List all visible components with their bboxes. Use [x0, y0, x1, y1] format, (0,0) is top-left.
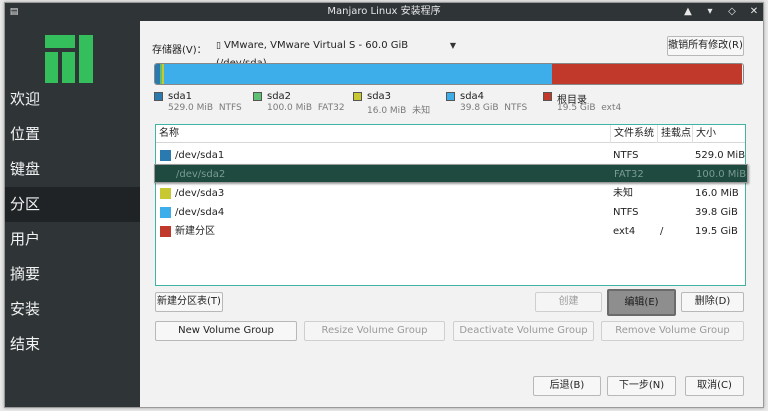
cell-size: 100.0 MiB: [696, 169, 747, 180]
maximize-icon[interactable]: ◇: [727, 3, 737, 21]
legend-details: 39.8 GiB NTFS: [460, 103, 528, 113]
installer-window: ▤ Manjaro Linux 安装程序 ▲ ▾ ◇ ✕ 欢迎 位置 键盘 分区…: [4, 2, 764, 408]
sidebar-item-users: 用户: [10, 230, 41, 248]
table-row-selected[interactable]: /dev/sda2 FAT32 100.0 MiB: [154, 164, 748, 183]
new-partition-table-button[interactable]: 新建分区表(T): [155, 292, 223, 312]
column-name[interactable]: 名称: [156, 125, 610, 143]
deactivate-volume-group-button[interactable]: Deactivate Volume Group: [453, 321, 594, 341]
cancel-button[interactable]: 取消(C): [685, 376, 744, 396]
sidebar-item-keyboard: 键盘: [10, 160, 41, 178]
table-row[interactable]: /dev/sda3 未知 16.0 MiB: [156, 184, 745, 203]
cell-mount: /: [660, 226, 664, 237]
sidebar-item-welcome: 欢迎: [10, 90, 41, 108]
delete-button[interactable]: 删除(D): [681, 292, 744, 312]
cell-filesystem: NTFS: [613, 207, 639, 218]
partition-table: 名称 文件系统 挂载点 大小 /dev/sda1 NTFS 529.0 MiB …: [154, 124, 748, 286]
sidebar-item-summary: 摘要: [10, 265, 41, 283]
cell-size: 16.0 MiB: [695, 188, 739, 199]
column-filesystem[interactable]: 文件系统: [610, 125, 657, 143]
legend-details: 19.5 GiB ext4: [557, 103, 622, 113]
column-size[interactable]: 大小: [692, 125, 745, 143]
legend-name: sda2: [267, 91, 292, 102]
edit-button[interactable]: 编辑(E): [607, 289, 676, 316]
cell-filesystem: NTFS: [613, 150, 639, 161]
sidebar-item-partitions: 分区: [5, 187, 140, 222]
partition-swatch: [160, 188, 171, 199]
cell-name: /dev/sda3: [175, 188, 225, 199]
storage-label: 存储器(V)：: [152, 45, 207, 56]
cell-filesystem: FAT32: [614, 169, 644, 180]
keep-above-icon[interactable]: ▲: [683, 3, 693, 21]
column-mount[interactable]: 挂载点: [657, 125, 692, 143]
cell-size: 39.8 GiB: [695, 207, 738, 218]
cell-name: /dev/sda4: [175, 207, 225, 218]
partition-swatch: [160, 150, 171, 161]
usage-segment-根目录: [552, 64, 743, 84]
close-icon[interactable]: ✕: [749, 3, 759, 21]
table-row[interactable]: /dev/sda1 NTFS 529.0 MiB: [156, 146, 745, 165]
legend-swatch: [154, 92, 163, 101]
cell-name: /dev/sda1: [175, 150, 225, 161]
drive-icon: ▯: [216, 41, 221, 51]
window-title: Manjaro Linux 安装程序: [327, 6, 441, 17]
partition-page: 存储器(V)： ▯ VMware, VMware Virtual S - 60.0…: [140, 21, 763, 407]
cell-name: 新建分区: [175, 226, 215, 237]
legend-name: sda1: [168, 91, 193, 102]
sidebar-item-install: 安装: [10, 300, 41, 318]
app-menu-icon[interactable]: ▤: [9, 7, 19, 17]
legend-swatch: [353, 92, 362, 101]
sidebar-item-finish: 结束: [10, 335, 41, 353]
create-button[interactable]: 创建: [535, 292, 602, 312]
cell-filesystem: 未知: [613, 188, 633, 199]
legend-swatch: [253, 92, 262, 101]
disk-usage-bar: [154, 63, 744, 85]
storage-device-select[interactable]: ▯VMware, VMware Virtual S - 60.0 GiB (/d…: [212, 37, 460, 69]
legend-details: 529.0 MiB NTFS: [168, 103, 242, 113]
revert-all-button[interactable]: 撤销所有修改(R): [667, 36, 744, 56]
title-bar: ▤ Manjaro Linux 安装程序 ▲ ▾ ◇ ✕: [5, 3, 763, 21]
table-row[interactable]: /dev/sda4 NTFS 39.8 GiB: [156, 203, 745, 222]
chevron-down-icon: ▼: [449, 41, 456, 50]
new-volume-group-button[interactable]: New Volume Group: [155, 321, 297, 341]
next-button[interactable]: 下一步(N): [607, 376, 676, 396]
table-row[interactable]: 新建分区 ext4 / 19.5 GiB: [156, 222, 745, 241]
minimize-icon[interactable]: ▾: [705, 3, 715, 21]
table-header: 名称 文件系统 挂载点 大小: [156, 125, 745, 143]
manjaro-logo: [45, 35, 93, 83]
cell-size: 529.0 MiB: [695, 150, 746, 161]
legend-details: 16.0 MiB 未知: [367, 106, 431, 116]
partition-swatch: [160, 226, 171, 237]
legend-swatch: [446, 92, 455, 101]
partition-swatch: [160, 207, 171, 218]
legend-swatch: [543, 92, 552, 101]
window-controls: ▲ ▾ ◇ ✕: [683, 3, 759, 21]
resize-volume-group-button[interactable]: Resize Volume Group: [304, 321, 445, 341]
legend-name: sda3: [367, 91, 392, 102]
legend-details: 100.0 MiB FAT32: [267, 103, 345, 113]
sidebar-item-location: 位置: [10, 125, 41, 143]
legend-name: sda4: [460, 91, 485, 102]
cell-size: 19.5 GiB: [695, 226, 738, 237]
back-button[interactable]: 后退(B): [533, 376, 601, 396]
cell-filesystem: ext4: [613, 226, 636, 237]
cell-name: /dev/sda2: [176, 169, 226, 180]
remove-volume-group-button[interactable]: Remove Volume Group: [601, 321, 744, 341]
usage-segment-sda4: [164, 64, 553, 84]
sidebar: 欢迎 位置 键盘 分区 用户 摘要 安装 结束: [5, 21, 140, 407]
